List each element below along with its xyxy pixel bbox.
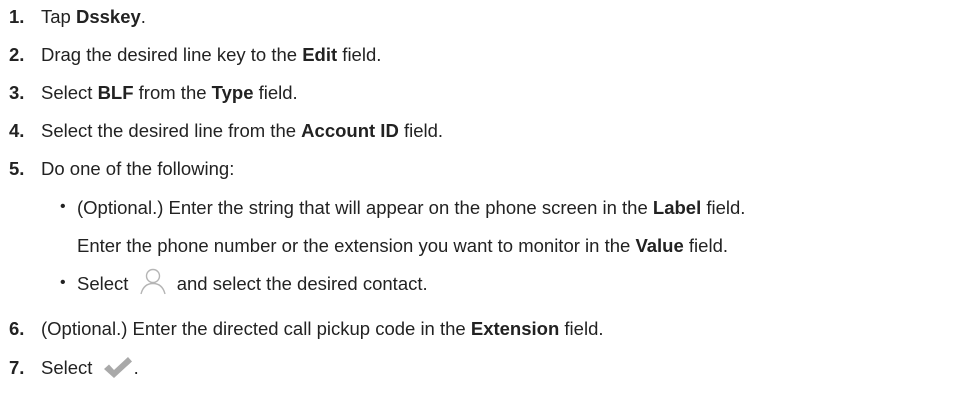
- step-number: 3.: [9, 82, 25, 103]
- step-number: 7.: [9, 357, 25, 378]
- contact-icon: [134, 268, 172, 295]
- ui-term: Account ID: [301, 120, 399, 141]
- sub-item-text: Select and select the desired contact.: [77, 268, 428, 296]
- step-number: 2.: [9, 44, 25, 65]
- step-number: 1.: [9, 6, 25, 27]
- bullet: •: [60, 274, 66, 291]
- step-text: Select .: [41, 357, 139, 379]
- step-text: Select the desired line from the Account…: [41, 120, 444, 141]
- step-number: 5.: [9, 158, 25, 179]
- step-text: Tap Dsskey.: [41, 6, 146, 27]
- ui-term: Label: [652, 197, 702, 218]
- ui-term: Value: [635, 235, 684, 256]
- ui-term: BLF: [97, 82, 134, 103]
- step-text: Drag the desired line key to the Edit fi…: [41, 44, 382, 65]
- ui-term: Type: [211, 82, 254, 103]
- sub-item-text: (Optional.) Enter the string that will a…: [77, 197, 746, 218]
- step-text: (Optional.) Enter the directed call pick…: [41, 318, 604, 339]
- sub-item-text: Enter the phone number or the extension …: [77, 235, 728, 256]
- step-number: 4.: [9, 120, 25, 141]
- ui-term: Extension: [470, 318, 560, 339]
- step-number: 6.: [9, 318, 25, 339]
- step-text: Do one of the following:: [41, 158, 235, 179]
- ui-term: Dsskey: [75, 6, 141, 27]
- step-text: Select BLF from the Type field.: [41, 82, 298, 103]
- checkmark-icon: [98, 357, 134, 379]
- bullet: •: [60, 198, 66, 215]
- ui-term: Edit: [302, 44, 338, 65]
